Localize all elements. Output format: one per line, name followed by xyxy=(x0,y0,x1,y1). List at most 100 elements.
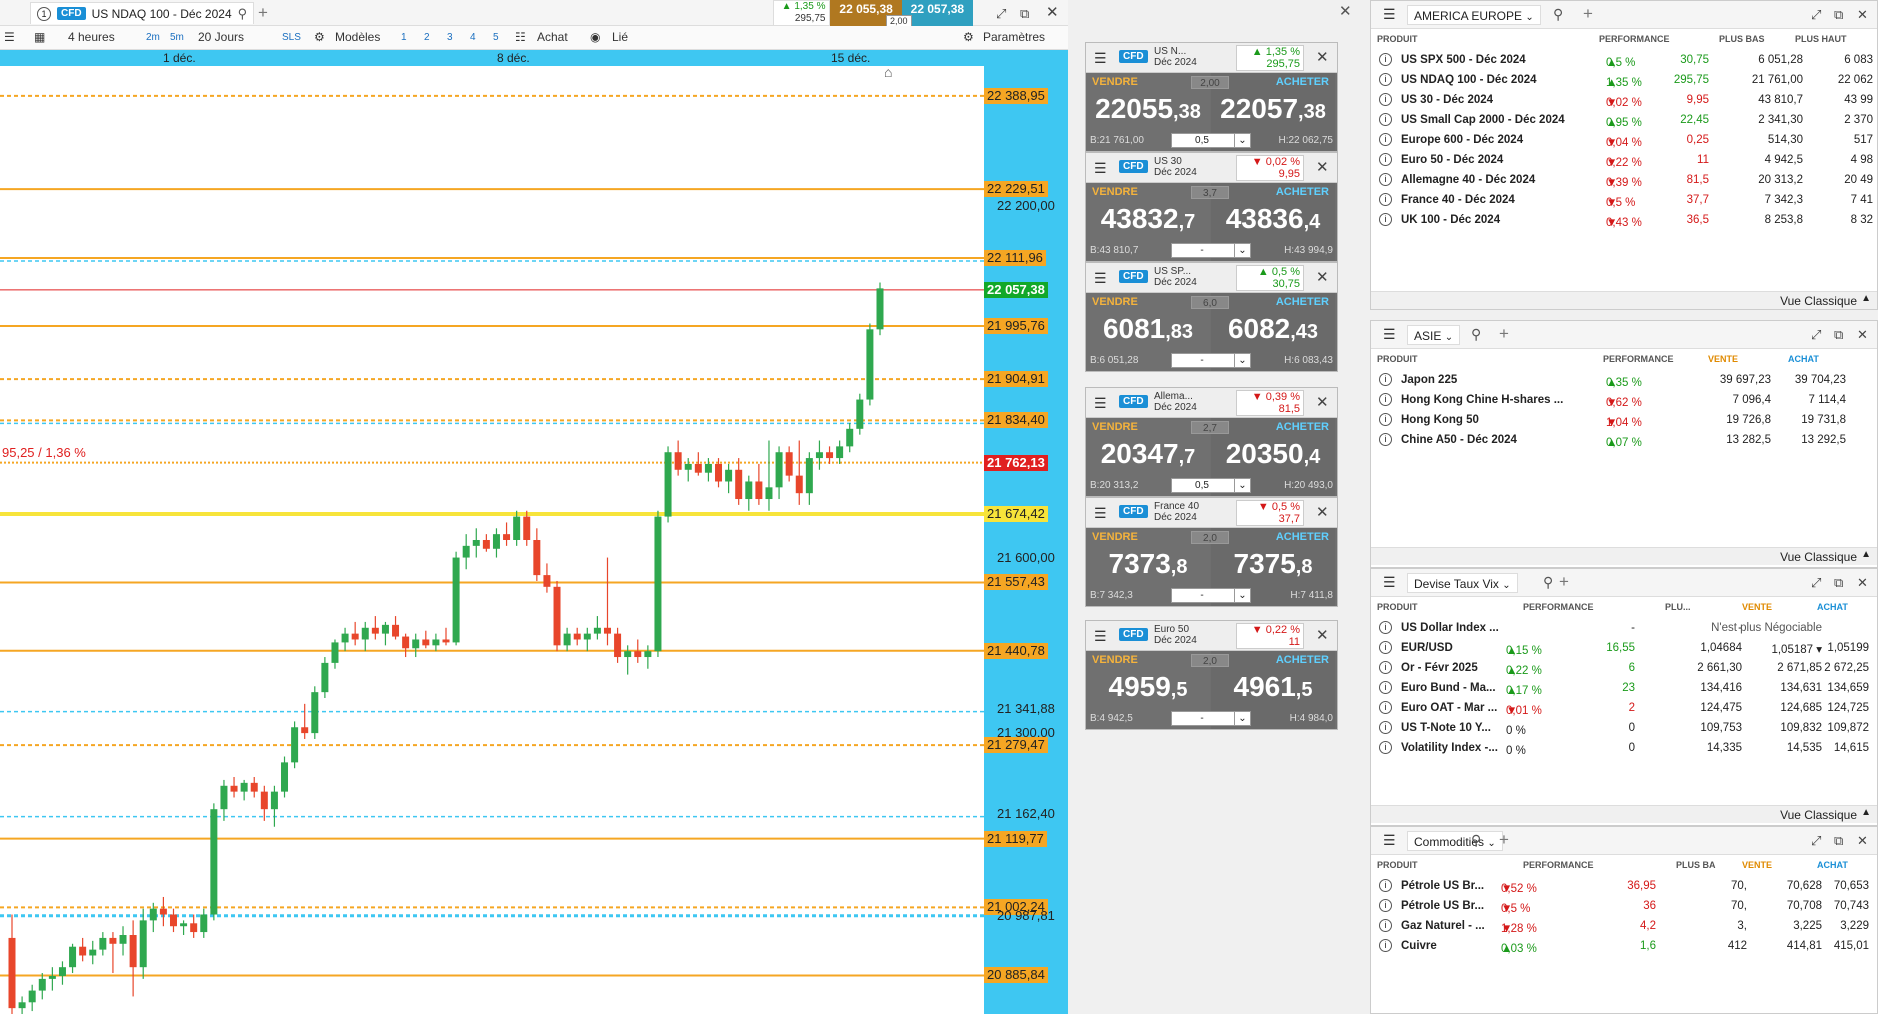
info-icon[interactable]: i xyxy=(1379,939,1392,952)
close-icon[interactable]: ✕ xyxy=(1316,268,1329,286)
quantity-select[interactable]: - ⌄ xyxy=(1171,588,1251,603)
layout-icon[interactable]: ▦ xyxy=(34,30,45,44)
menu-icon[interactable]: ☰ xyxy=(1094,395,1107,412)
popout-icon[interactable]: ⧉ xyxy=(1834,327,1843,343)
buy-order-button[interactable]: Achat xyxy=(537,30,568,44)
close-all-icon[interactable]: ✕ xyxy=(1339,2,1352,20)
info-icon[interactable]: i xyxy=(1379,621,1392,634)
info-icon[interactable]: i xyxy=(1379,393,1392,406)
panel-title-tab[interactable]: Commodities ⌄ xyxy=(1407,831,1503,851)
table-row[interactable]: i Or - Févr 2025 ▲ 0,22 % 6 2 661,30 2 671,85… xyxy=(1371,659,1877,679)
column-header[interactable]: PLUS BAS xyxy=(1719,34,1765,44)
view-mode-button[interactable]: Vue Classique xyxy=(1780,808,1857,822)
layout-1-button[interactable]: 1 xyxy=(401,32,407,43)
info-icon[interactable]: i xyxy=(1379,373,1392,386)
column-header[interactable]: PLUS HAUT xyxy=(1795,34,1847,44)
search-icon[interactable]: ⚲ xyxy=(1543,574,1553,591)
info-icon[interactable]: i xyxy=(1379,93,1392,106)
add-tab-icon[interactable]: + xyxy=(1499,324,1509,344)
table-row[interactable]: i US NDAQ 100 - Déc 2024 ▲ 1,35 % 295,75 21 … xyxy=(1371,71,1877,91)
popout-icon[interactable]: ⧉ xyxy=(1834,833,1843,849)
column-header[interactable]: PERFORMANCE xyxy=(1523,860,1594,870)
search-icon[interactable]: ⚲ xyxy=(1471,326,1481,343)
info-icon[interactable]: i xyxy=(1379,641,1392,654)
info-icon[interactable]: i xyxy=(1379,213,1392,226)
menu-icon[interactable]: ☰ xyxy=(1383,574,1396,591)
column-header[interactable]: PRODUIT xyxy=(1377,602,1418,612)
info-icon[interactable]: i xyxy=(1379,741,1392,754)
column-header[interactable]: PRODUIT xyxy=(1377,860,1418,870)
column-header[interactable]: PRODUIT xyxy=(1377,34,1418,44)
close-icon[interactable]: ✕ xyxy=(1316,503,1329,521)
add-tab-icon[interactable]: + xyxy=(1583,4,1593,24)
info-icon[interactable]: i xyxy=(1379,721,1392,734)
shrink-icon[interactable]: ⤢ xyxy=(996,6,1006,22)
column-header[interactable]: VENTE xyxy=(1742,602,1772,612)
view-mode-button[interactable]: Vue Classique xyxy=(1780,550,1857,564)
table-row[interactable]: i Euro OAT - Mar ... ▼ 0,01 % 2 124,475 124,6… xyxy=(1371,699,1877,719)
sls-button[interactable]: SLS xyxy=(282,32,301,43)
info-icon[interactable]: i xyxy=(1379,701,1392,714)
column-header[interactable]: PERFORMANCE xyxy=(1599,34,1670,44)
layout-3-button[interactable]: 3 xyxy=(447,32,453,43)
column-header[interactable]: PRODUIT xyxy=(1377,354,1418,364)
table-row[interactable]: i Chine A50 - Déc 2024 ▲ 0,07 % 13 282,5 13 … xyxy=(1371,431,1877,451)
close-icon[interactable]: ✕ xyxy=(1857,833,1868,849)
column-header[interactable]: VENTE xyxy=(1708,354,1738,364)
table-row[interactable]: i Pétrole US Br... ▼ 0,5 % 36 70, 70,708 70,74… xyxy=(1371,897,1877,917)
column-header[interactable]: PERFORMANCE xyxy=(1603,354,1674,364)
table-row[interactable]: i Japon 225 ▲ 0,35 % 39 697,23 39 704,23 xyxy=(1371,371,1877,391)
layout-2-button[interactable]: 2 xyxy=(424,32,430,43)
quantity-select[interactable]: - ⌄ xyxy=(1171,711,1251,726)
menu-icon[interactable]: ☰ xyxy=(1094,505,1107,522)
close-icon[interactable]: ✕ xyxy=(1316,626,1329,644)
info-icon[interactable]: i xyxy=(1379,661,1392,674)
quantity-select[interactable]: - ⌄ xyxy=(1171,353,1251,368)
search-icon[interactable]: ⚲ xyxy=(238,6,248,22)
shrink-icon[interactable]: ⤢ xyxy=(1811,327,1821,343)
info-icon[interactable]: i xyxy=(1379,73,1392,86)
view-mode-button[interactable]: Vue Classique xyxy=(1780,294,1857,308)
column-header[interactable]: PLUS BA xyxy=(1676,860,1716,870)
table-row[interactable]: i Hong Kong Chine H-shares ... ▼ 0,62 % 7 0… xyxy=(1371,391,1877,411)
column-header[interactable]: ACHAT xyxy=(1817,602,1848,612)
close-icon[interactable]: ✕ xyxy=(1046,3,1059,21)
linked-button[interactable]: Lié xyxy=(612,30,628,44)
interval-5m-button[interactable]: 5m xyxy=(170,32,184,43)
info-icon[interactable]: i xyxy=(1379,919,1392,932)
chart-tab[interactable]: 1 CFD US NDAQ 100 - Déc 2024 ⚲ xyxy=(30,2,255,24)
info-icon[interactable]: i xyxy=(1379,413,1392,426)
popout-icon[interactable]: ⧉ xyxy=(1834,575,1843,591)
table-row[interactable]: i Gaz Naturel - ... ▼ 1,28 % 4,2 3, 3,225 3,22… xyxy=(1371,917,1877,937)
table-row[interactable]: i US T-Note 10 Y... 0 % 0 109,753 109,832 109… xyxy=(1371,719,1877,739)
info-icon[interactable]: i xyxy=(1379,113,1392,126)
chevron-up-icon[interactable]: ▲ xyxy=(1861,293,1871,304)
info-icon[interactable]: i xyxy=(1379,133,1392,146)
close-icon[interactable]: ✕ xyxy=(1316,48,1329,66)
menu-icon[interactable]: ☰ xyxy=(1094,628,1107,645)
table-row[interactable]: i Pétrole US Br... ▼ 0,52 % 36,95 70, 70,628 7… xyxy=(1371,877,1877,897)
add-tab-icon[interactable]: + xyxy=(258,3,268,23)
search-icon[interactable]: ⚲ xyxy=(1471,832,1481,849)
info-icon[interactable]: i xyxy=(1379,53,1392,66)
info-icon[interactable]: i xyxy=(1379,433,1392,446)
table-row[interactable]: i France 40 - Déc 2024 ▼ 0,5 % 37,7 7 342,3 7… xyxy=(1371,191,1877,211)
quantity-select[interactable]: 0,5 ⌄ xyxy=(1171,133,1251,148)
column-header[interactable]: PERFORMANCE xyxy=(1523,602,1594,612)
info-icon[interactable]: i xyxy=(1379,153,1392,166)
models-icon[interactable]: ⚙ xyxy=(314,30,325,44)
info-icon[interactable]: i xyxy=(1379,193,1392,206)
menu-icon[interactable]: ☰ xyxy=(1094,50,1107,67)
table-row[interactable]: i US SPX 500 - Déc 2024 ▲ 0,5 % 30,75 6 051,… xyxy=(1371,51,1877,71)
interval-2m-button[interactable]: 2m xyxy=(146,32,160,43)
layout-4-button[interactable]: 4 xyxy=(470,32,476,43)
table-row[interactable]: i Allemagne 40 - Déc 2024 ▼ 0,39 % 81,5 20 3… xyxy=(1371,171,1877,191)
table-row[interactable]: i Europe 600 - Déc 2024 ▼ 0,04 % 0,25 514,30… xyxy=(1371,131,1877,151)
close-icon[interactable]: ✕ xyxy=(1857,575,1868,591)
close-icon[interactable]: ✕ xyxy=(1316,158,1329,176)
column-header[interactable]: ACHAT xyxy=(1817,860,1848,870)
table-row[interactable]: i Hong Kong 50 ▼ 1,04 % 19 726,8 19 731,8 xyxy=(1371,411,1877,431)
close-icon[interactable]: ✕ xyxy=(1857,7,1868,23)
table-row[interactable]: i Volatility Index -... 0 % 0 14,335 14,535 1… xyxy=(1371,739,1877,759)
popout-icon[interactable]: ⧉ xyxy=(1834,7,1843,23)
